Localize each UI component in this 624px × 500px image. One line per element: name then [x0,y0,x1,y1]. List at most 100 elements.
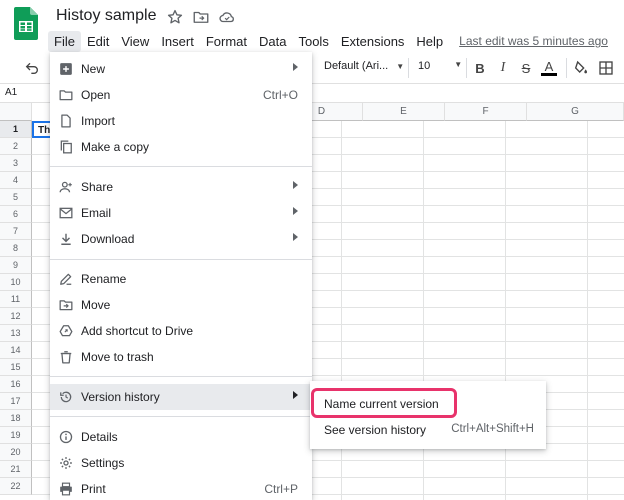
file-menu-new[interactable]: New [50,56,312,82]
file-menu-download[interactable]: Download [50,226,312,252]
font-family-select[interactable]: Default (Ari... ▼ [324,60,404,72]
menu-edit[interactable]: Edit [81,31,115,52]
shortcut-label: Ctrl+O [262,88,298,102]
submenu-arrow-icon [293,207,298,215]
shortcut-label: Ctrl+Alt+Shift+H [451,423,534,435]
row-header[interactable]: 4 [0,172,32,189]
cloud-saved-icon[interactable] [218,8,236,26]
file-menu-make-a-copy[interactable]: Make a copy [50,134,312,160]
file-menu-label: Open [81,88,111,102]
menu-bar: File Edit View Insert Format Data Tools … [48,30,608,52]
row-header[interactable]: 13 [0,325,32,342]
last-edit-link[interactable]: Last edit was 5 minutes ago [459,34,608,48]
file-menu-label: Details [81,430,118,444]
row-header[interactable]: 1 [0,121,32,138]
pencil-icon [59,272,73,286]
submenu-arrow-icon [293,181,298,189]
menu-view[interactable]: View [115,31,155,52]
file-menu-version-history[interactable]: Version history [50,384,312,410]
file-menu-settings[interactable]: Settings [50,450,312,476]
row-header[interactable]: 5 [0,189,32,206]
menu-help[interactable]: Help [410,31,449,52]
row-header[interactable]: 20 [0,444,32,461]
file-menu-label: New [81,62,106,76]
file-menu-share[interactable]: Share [50,174,312,200]
copy-icon [59,140,73,154]
sheets-logo-icon[interactable] [14,7,38,40]
info-icon [59,430,73,444]
row-header[interactable]: 6 [0,206,32,223]
toolbar-divider [466,58,467,78]
new-sheet-icon [59,62,73,76]
strikethrough-icon[interactable]: S [517,59,535,77]
file-menu-email[interactable]: Email [50,200,312,226]
app-header: Histoy sample File Edit View Insert Form… [0,0,624,52]
column-header-e[interactable]: E [363,103,445,121]
name-box[interactable]: A1 [5,87,17,98]
row-header[interactable]: 14 [0,342,32,359]
row-header[interactable]: 10 [0,274,32,291]
row-header[interactable]: 21 [0,461,32,478]
folder-icon [59,88,73,102]
menu-file[interactable]: File [48,30,81,52]
menu-insert[interactable]: Insert [155,31,200,52]
name-current-version-item[interactable]: Name current version [310,390,546,416]
fill-color-icon[interactable] [572,59,590,77]
menu-divider [50,416,312,417]
borders-icon[interactable] [597,59,615,77]
text-color-icon[interactable]: A [540,59,558,77]
row-header[interactable]: 3 [0,155,32,172]
toolbar-divider [408,58,409,78]
file-menu-open[interactable]: Open Ctrl+O [50,82,312,108]
file-menu-add-shortcut[interactable]: Add shortcut to Drive [50,318,312,344]
file-menu-label: Rename [81,272,127,286]
menu-divider [50,376,312,377]
menu-format[interactable]: Format [200,31,253,52]
font-size-select[interactable]: 10 ▼ [418,60,462,72]
column-header-g[interactable]: G [527,103,624,121]
document-title[interactable]: Histoy sample [56,7,156,25]
file-menu-label: Email [81,206,112,220]
file-menu-print[interactable]: Print Ctrl+P [50,476,312,500]
menu-data[interactable]: Data [253,31,292,52]
row-header[interactable]: 9 [0,257,32,274]
file-menu-label: Add shortcut to Drive [81,324,194,338]
undo-icon[interactable] [24,60,40,76]
row-header[interactable]: 18 [0,410,32,427]
file-menu-import[interactable]: Import [50,108,312,134]
see-version-history-item[interactable]: See version history Ctrl+Alt+Shift+H [310,416,546,442]
star-icon[interactable] [166,8,184,26]
file-menu-dropdown: New Open Ctrl+O Import Make a copy Share… [50,52,312,500]
bold-icon[interactable]: B [471,59,489,77]
file-menu-move[interactable]: Move [50,292,312,318]
file-menu-rename[interactable]: Rename [50,266,312,292]
file-menu-label: Move to trash [81,350,154,364]
row-header[interactable]: 8 [0,240,32,257]
row-header[interactable]: 17 [0,393,32,410]
row-header[interactable]: 11 [0,291,32,308]
row-header[interactable]: 12 [0,308,32,325]
version-history-submenu: Name current version See version history… [310,381,546,449]
row-header[interactable]: 15 [0,359,32,376]
font-dropdown-caret-icon: ▼ [396,61,405,71]
row-header[interactable]: 7 [0,223,32,240]
row-header[interactable]: 22 [0,478,32,495]
gear-icon [59,456,73,470]
file-menu-move-to-trash[interactable]: Move to trash [50,344,312,370]
row-header[interactable]: 19 [0,427,32,444]
email-icon [59,206,73,220]
toolbar-divider [566,58,567,78]
italic-icon[interactable]: I [494,59,512,77]
file-menu-label: Version history [81,390,160,404]
row-header[interactable]: 2 [0,138,32,155]
row-header[interactable]: 16 [0,376,32,393]
file-menu-details[interactable]: Details [50,424,312,450]
menu-divider [50,259,312,260]
select-all-corner[interactable] [0,103,32,121]
menu-extensions[interactable]: Extensions [335,31,411,52]
move-to-folder-icon[interactable] [192,8,210,26]
menu-divider [50,166,312,167]
file-menu-label: Make a copy [81,140,150,154]
menu-tools[interactable]: Tools [292,31,334,52]
column-header-f[interactable]: F [445,103,527,121]
